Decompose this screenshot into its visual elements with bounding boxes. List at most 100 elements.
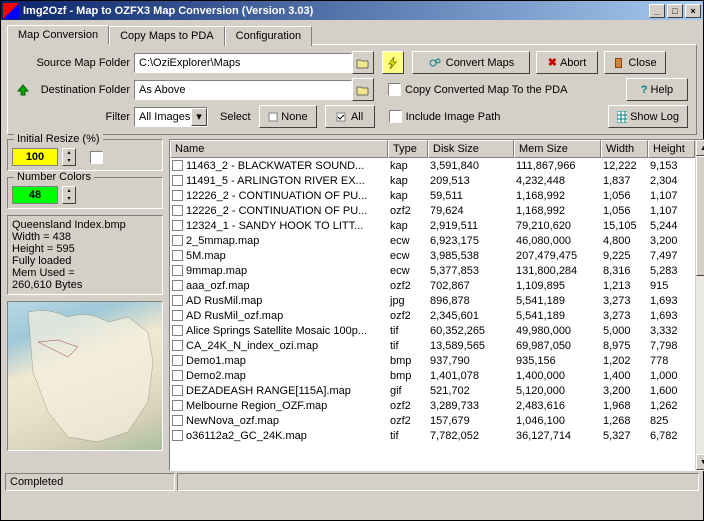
destination-folder-input[interactable]: As Above xyxy=(134,80,352,100)
row-checkbox[interactable] xyxy=(172,190,183,201)
cell-name: Melbourne Region_OZF.map xyxy=(186,400,386,412)
tab-configuration[interactable]: Configuration xyxy=(225,26,312,46)
include-image-path-label: Include Image Path xyxy=(406,111,501,123)
row-checkbox[interactable] xyxy=(172,265,183,276)
row-checkbox[interactable] xyxy=(172,325,183,336)
folder-open-icon xyxy=(356,84,370,96)
gears-icon xyxy=(428,57,442,69)
col-height[interactable]: Height xyxy=(648,140,695,158)
table-row[interactable]: NewNova_ozf.mapozf2157,6791,046,1001,268… xyxy=(170,413,695,428)
row-checkbox[interactable] xyxy=(172,295,183,306)
show-log-button[interactable]: Show Log xyxy=(608,105,688,128)
table-row[interactable]: AD RusMil_ozf.mapozf22,345,6015,541,1893… xyxy=(170,308,695,323)
source-folder-input[interactable]: C:\OziExplorer\Maps xyxy=(134,53,352,73)
select-none-button[interactable]: None xyxy=(259,105,317,128)
table-row[interactable]: Melbourne Region_OZF.mapozf23,289,7332,4… xyxy=(170,398,695,413)
table-row[interactable]: DEZADEASH RANGE[115A].mapgif521,7025,120… xyxy=(170,383,695,398)
table-row[interactable]: 5M.mapecw3,985,538207,479,4759,2257,497 xyxy=(170,248,695,263)
table-row[interactable]: 12226_2 - CONTINUATION OF PU...ozf279,62… xyxy=(170,203,695,218)
resize-checkbox[interactable] xyxy=(90,151,103,164)
table-row[interactable]: 12226_2 - CONTINUATION OF PU...kap59,511… xyxy=(170,188,695,203)
minimize-button[interactable]: _ xyxy=(649,4,665,18)
row-checkbox[interactable] xyxy=(172,340,183,351)
row-checkbox[interactable] xyxy=(172,370,183,381)
table-row[interactable]: 12324_1 - SANDY HOOK TO LITT...kap2,919,… xyxy=(170,218,695,233)
table-row[interactable]: Demo2.mapbmp1,401,0781,400,0001,4001,000 xyxy=(170,368,695,383)
table-row[interactable]: Alice Springs Satellite Mosaic 100p...ti… xyxy=(170,323,695,338)
table-row[interactable]: 9mmap.mapecw5,377,853131,800,2848,3165,2… xyxy=(170,263,695,278)
cell-width: 9,225 xyxy=(599,250,646,262)
tab-map-conversion[interactable]: Map Conversion xyxy=(7,25,109,45)
number-colors-input[interactable]: 48 xyxy=(12,186,58,204)
cell-mem: 1,168,992 xyxy=(512,205,599,217)
resize-spinner[interactable]: ▴▾ xyxy=(62,148,76,166)
row-checkbox[interactable] xyxy=(172,355,183,366)
browse-destination-button[interactable] xyxy=(352,78,374,101)
cell-width: 3,200 xyxy=(599,385,646,397)
chevron-up-icon: ▴ xyxy=(63,149,75,157)
row-checkbox[interactable] xyxy=(172,400,183,411)
vertical-scrollbar[interactable]: ▲ ▼ xyxy=(695,140,704,470)
cell-type: kap xyxy=(386,175,426,187)
up-arrow-icon[interactable] xyxy=(16,83,30,97)
row-checkbox[interactable] xyxy=(172,175,183,186)
row-checkbox[interactable] xyxy=(172,430,183,441)
status-text: Completed xyxy=(5,473,175,491)
col-mem-size[interactable]: Mem Size xyxy=(514,140,601,158)
row-checkbox[interactable] xyxy=(172,415,183,426)
cell-width: 1,968 xyxy=(599,400,646,412)
colors-spinner[interactable]: ▴▾ xyxy=(62,186,76,204)
copy-to-pda-checkbox[interactable] xyxy=(388,83,401,96)
col-type[interactable]: Type xyxy=(388,140,428,158)
col-disk-size[interactable]: Disk Size xyxy=(428,140,514,158)
cell-mem: 36,127,714 xyxy=(512,430,599,442)
scroll-down-button[interactable]: ▼ xyxy=(696,454,704,470)
cell-mem: 935,156 xyxy=(512,355,599,367)
scroll-up-button[interactable]: ▲ xyxy=(696,140,704,156)
select-all-button[interactable]: All xyxy=(325,105,375,128)
close-button[interactable]: Close xyxy=(604,51,666,74)
table-row[interactable]: 11463_2 - BLACKWATER SOUND...kap3,591,84… xyxy=(170,158,695,173)
tab-copy-maps-to-pda[interactable]: Copy Maps to PDA xyxy=(109,26,225,46)
convert-maps-button[interactable]: Convert Maps xyxy=(412,51,530,74)
top-panel: Source Map Folder C:\OziExplorer\Maps Co… xyxy=(7,44,697,135)
scroll-track[interactable] xyxy=(696,156,704,454)
refresh-button[interactable] xyxy=(382,51,404,74)
cell-disk: 1,401,078 xyxy=(426,370,512,382)
row-checkbox[interactable] xyxy=(172,250,183,261)
row-checkbox[interactable] xyxy=(172,280,183,291)
maximize-button[interactable]: □ xyxy=(667,4,683,18)
row-checkbox[interactable] xyxy=(172,310,183,321)
cell-disk: 3,591,840 xyxy=(426,160,512,172)
abort-button[interactable]: ✖Abort xyxy=(536,51,598,74)
row-checkbox[interactable] xyxy=(172,385,183,396)
cell-disk: 79,624 xyxy=(426,205,512,217)
table-row[interactable]: CA_24K_N_index_ozi.maptif13,589,56569,98… xyxy=(170,338,695,353)
table-row[interactable]: AD RusMil.mapjpg896,8785,541,1893,2731,6… xyxy=(170,293,695,308)
include-image-path-checkbox[interactable] xyxy=(389,110,402,123)
app-icon xyxy=(3,3,19,19)
scroll-thumb[interactable] xyxy=(696,156,704,276)
row-checkbox[interactable] xyxy=(172,160,183,171)
table-row[interactable]: 11491_5 - ARLINGTON RIVER EX...kap209,51… xyxy=(170,173,695,188)
cell-name: AD RusMil_ozf.map xyxy=(186,310,386,322)
close-window-button[interactable]: × xyxy=(685,4,701,18)
row-checkbox[interactable] xyxy=(172,205,183,216)
cell-width: 8,316 xyxy=(599,265,646,277)
row-checkbox[interactable] xyxy=(172,235,183,246)
filter-dropdown[interactable]: All Images▾ xyxy=(134,107,208,127)
col-name[interactable]: Name xyxy=(170,140,388,158)
table-row[interactable]: aaa_ozf.mapozf2702,8671,109,8951,213915 xyxy=(170,278,695,293)
table-row[interactable]: Demo1.mapbmp937,790935,1561,202778 xyxy=(170,353,695,368)
browse-source-button[interactable] xyxy=(352,51,374,74)
cell-name: CA_24K_N_index_ozi.map xyxy=(186,340,386,352)
help-button[interactable]: ?Help xyxy=(626,78,688,101)
table-row[interactable]: o36112a2_GC_24K.maptif7,782,05236,127,71… xyxy=(170,428,695,443)
col-width[interactable]: Width xyxy=(601,140,648,158)
cell-height: 6,782 xyxy=(646,430,693,442)
initial-resize-input[interactable]: 100 xyxy=(12,148,58,166)
chevron-down-icon: ▾ xyxy=(191,108,207,126)
main-area: Initial Resize (%) 100 ▴▾ Number Colors … xyxy=(1,139,703,471)
row-checkbox[interactable] xyxy=(172,220,183,231)
table-row[interactable]: 2_5mmap.mapecw6,923,17546,080,0004,8003,… xyxy=(170,233,695,248)
